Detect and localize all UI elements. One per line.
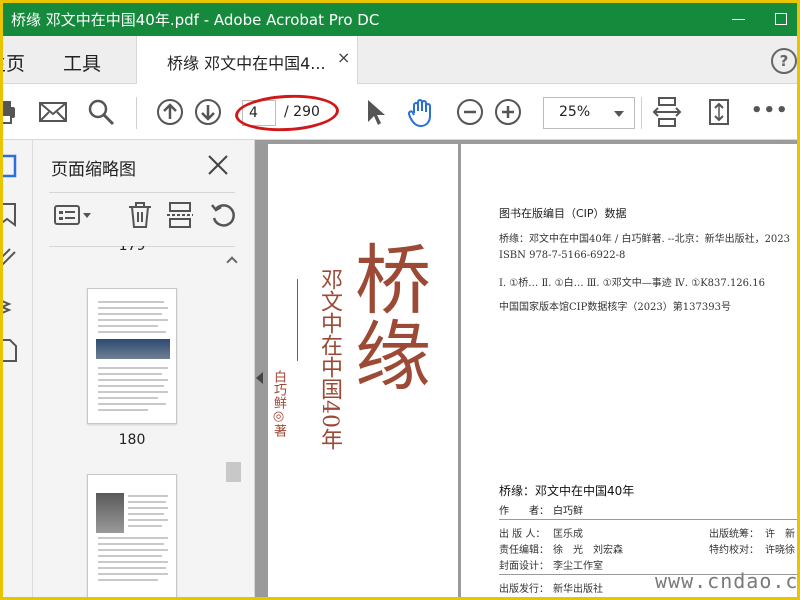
credit-label: 出 版 人： xyxy=(499,529,546,540)
fit-width-icon[interactable] xyxy=(651,96,683,128)
thumbnail-photo xyxy=(96,493,124,533)
credit-name: 许晓徐 xyxy=(765,545,795,556)
panel-divider xyxy=(49,192,235,193)
credit-label: 封面设计： xyxy=(499,561,549,572)
cover-title: 桥缘 xyxy=(342,240,431,392)
cip-line: Ⅰ. ①桥… Ⅱ. ①白… Ⅲ. ①邓文中—事迹 Ⅳ. ①K837.126.16 xyxy=(499,278,765,289)
layers-icon[interactable] xyxy=(3,290,19,318)
publisher-label: 出版发行： xyxy=(499,584,549,595)
tab-close-button[interactable]: × xyxy=(337,48,350,67)
split-page-icon[interactable] xyxy=(165,200,195,230)
publisher-name: 新华出版社 xyxy=(553,584,603,595)
toolbar-separator xyxy=(641,97,642,129)
collapse-panel-icon[interactable] xyxy=(256,372,263,384)
select-cursor-icon[interactable] xyxy=(359,96,391,128)
cover-rule xyxy=(297,279,298,361)
cip-title: 图书在版编目（CIP）数据 xyxy=(499,207,627,220)
title-bar: 桥缘 邓文中在中国40年.pdf - Adobe Acrobat Pro DC xyxy=(3,3,797,36)
pdf-page-cover: 桥缘 邓文中在中国40年 白巧鲜◎著 xyxy=(268,144,458,597)
page-thumbnails-icon[interactable] xyxy=(3,152,19,180)
acrobat-window: 桥缘 邓文中在中国40年.pdf - Adobe Acrobat Pro DC … xyxy=(3,3,797,597)
home-link[interactable]: 主页 xyxy=(3,49,25,76)
page-thumbnails-panel: 页面缩略图 179 180 xyxy=(33,140,255,597)
panel-title: 页面缩略图 xyxy=(51,160,136,180)
zoom-value: 25% xyxy=(559,104,591,120)
cover-author: 白巧鲜◎著 xyxy=(271,370,286,437)
delete-page-icon[interactable] xyxy=(125,200,155,230)
credit-name: 匡乐成 xyxy=(553,529,583,540)
document-view: 桥缘 邓文中在中国40年 白巧鲜◎著 图书在版编目（CIP）数据 桥缘：邓文中在… xyxy=(255,140,797,597)
thumbnail-page[interactable] xyxy=(87,474,177,597)
close-icon[interactable] xyxy=(205,152,231,178)
document-icon[interactable] xyxy=(3,336,19,364)
document-tab[interactable]: 桥缘 邓文中在中国4... × xyxy=(136,36,358,84)
author-name: 白巧鲜 xyxy=(553,506,583,517)
author-label: 作 者： xyxy=(499,506,549,517)
tools-link[interactable]: 工具 xyxy=(63,49,101,76)
cip-line: 桥缘：邓文中在中国40年 / 白巧鲜著. --北京：新华出版社，2023 xyxy=(499,234,791,245)
maximize-button[interactable] xyxy=(769,7,793,31)
toolbar-separator xyxy=(136,97,137,129)
credit-name: 许 新 xyxy=(765,529,795,540)
rotate-page-icon[interactable] xyxy=(208,200,238,230)
document-tab-title: 桥缘 邓文中在中国4... xyxy=(167,54,326,73)
help-icon[interactable]: ? xyxy=(771,48,797,74)
minimize-button[interactable] xyxy=(727,7,751,31)
thumbnail-options-icon[interactable] xyxy=(53,200,95,230)
toolbar: / 290 25% ••• xyxy=(3,84,797,140)
credit-label: 出版统筹： xyxy=(709,529,759,540)
thumbnail-scrollbar[interactable] xyxy=(223,250,243,597)
zoom-select[interactable]: 25% xyxy=(543,97,635,129)
thumbnail-page-number: 180 xyxy=(118,432,146,448)
cover-subtitle: 邓文中在中国40年 xyxy=(317,268,342,450)
credit-label: 特约校对： xyxy=(709,545,759,556)
copyright-divider xyxy=(499,519,797,520)
left-tool-rail xyxy=(3,140,33,597)
cip-line: 中国国家版本馆CIP数据核字（2023）第137393号 xyxy=(499,302,731,313)
fit-page-icon[interactable] xyxy=(703,96,735,128)
red-annotation-ellipse xyxy=(234,92,340,134)
zoom-out-icon[interactable] xyxy=(454,96,486,128)
search-icon[interactable] xyxy=(85,96,117,128)
site-watermark: www.cndao.com xyxy=(655,569,797,593)
hand-tool-icon[interactable] xyxy=(405,96,437,128)
more-options-icon[interactable]: ••• xyxy=(751,100,788,132)
window-title: 桥缘 邓文中在中国40年.pdf - Adobe Acrobat Pro DC xyxy=(11,11,380,29)
next-page-icon[interactable] xyxy=(192,96,224,128)
cip-line: ISBN 978-7-5166-6922-8 xyxy=(499,250,626,261)
thumbnail-page[interactable] xyxy=(87,288,177,424)
email-icon[interactable] xyxy=(37,96,69,128)
pdf-page-copyright: 图书在版编目（CIP）数据 桥缘：邓文中在中国40年 / 白巧鲜著. --北京：… xyxy=(461,144,797,597)
bookmark-icon[interactable] xyxy=(3,200,19,228)
zoom-in-icon[interactable] xyxy=(492,96,524,128)
attachment-icon[interactable] xyxy=(3,244,19,272)
tab-bar: 主页 工具 桥缘 邓文中在中国4... × ? xyxy=(3,36,797,84)
thumbnail-list: 179 180 xyxy=(33,246,221,597)
credit-name: 李尘工作室 xyxy=(553,561,603,572)
print-icon[interactable] xyxy=(3,96,21,128)
thumbnail-page-number: 179 xyxy=(118,246,146,254)
previous-page-icon[interactable] xyxy=(154,96,186,128)
book-title: 桥缘：邓文中在中国40年 xyxy=(499,484,635,498)
chevron-down-icon xyxy=(614,111,624,117)
scroll-up-icon[interactable] xyxy=(226,256,238,268)
scrollbar-thumb[interactable] xyxy=(226,462,241,482)
credit-name: 徐 光 刘宏森 xyxy=(553,545,623,556)
thumbnail-photo xyxy=(96,339,170,359)
credit-label: 责任编辑： xyxy=(499,545,549,556)
